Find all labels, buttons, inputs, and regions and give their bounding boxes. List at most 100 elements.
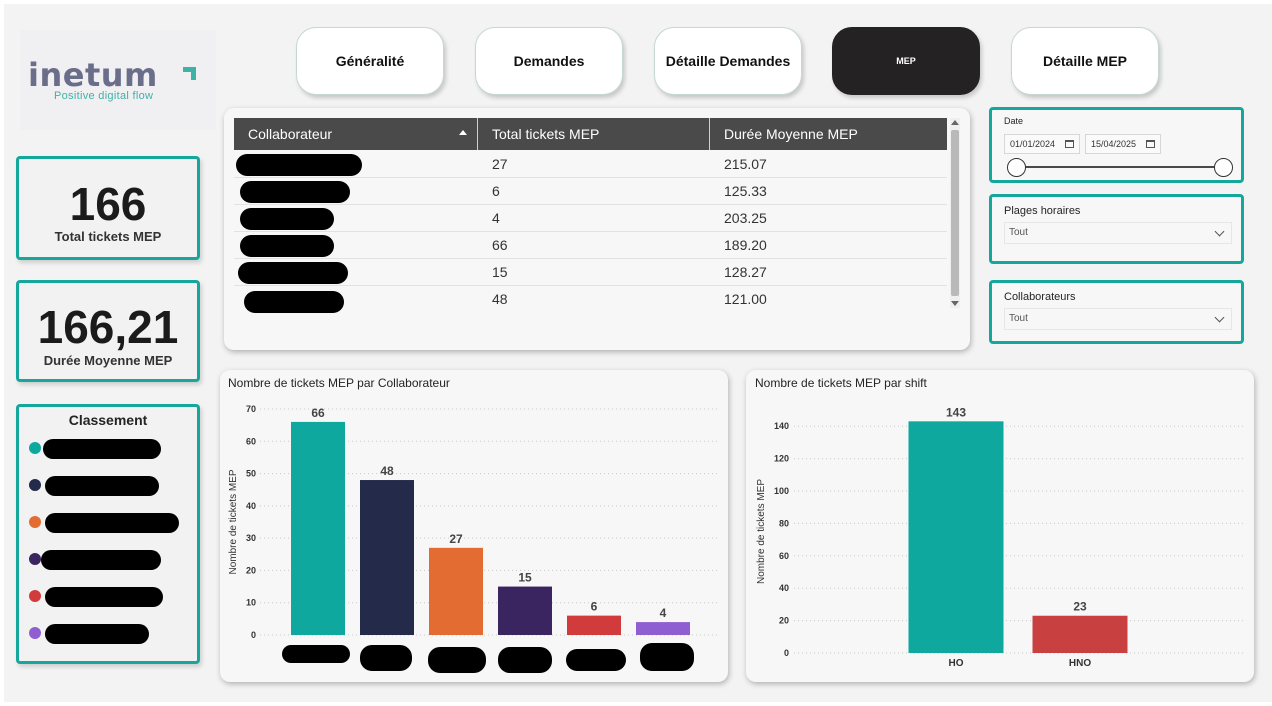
classement-title: Classement <box>68 412 148 428</box>
redacted-name <box>236 154 362 176</box>
y-tick-label: 60 <box>779 551 789 561</box>
legend-item[interactable] <box>29 511 194 535</box>
bar-5 <box>636 622 690 635</box>
chart-card-shift: Nombre de tickets MEP par shift Nombre d… <box>746 370 1254 682</box>
date-slicer: Date 01/01/2024 15/04/2025 <box>989 107 1244 183</box>
column-header-label: Collaborateur <box>248 126 333 142</box>
date-end-input[interactable]: 15/04/2025 <box>1085 134 1161 154</box>
bar-0 <box>908 421 1004 653</box>
plages-horaires-slicer: Plages horaires Tout <box>989 194 1244 264</box>
sort-ascending-icon[interactable] <box>459 130 467 135</box>
cell-duree: 189.20 <box>724 237 767 253</box>
y-tick-label: 0 <box>251 630 256 640</box>
date-slicer-title: Date <box>1004 116 1024 126</box>
scroll-down-icon[interactable] <box>951 301 959 306</box>
collaborateurs-dropdown[interactable]: Tout <box>1004 308 1232 330</box>
redacted-name <box>240 208 334 230</box>
chart-card-collaborateur: Nombre de tickets MEP par Collaborateur … <box>220 370 728 682</box>
cell-total: 15 <box>492 264 508 280</box>
data-label: 66 <box>311 406 325 420</box>
plages-horaires-dropdown[interactable]: Tout <box>1004 222 1232 244</box>
scroll-thumb[interactable] <box>951 130 959 296</box>
legend-item[interactable] <box>29 474 189 498</box>
table-row[interactable]: 4 203.25 <box>234 205 947 232</box>
table-header: Collaborateur Total tickets MEP Durée Mo… <box>234 118 947 150</box>
y-tick-label: 60 <box>246 436 256 446</box>
bar-1 <box>360 480 414 635</box>
kpi-duree-label: Durée Moyenne MEP <box>43 353 173 368</box>
column-header-total[interactable]: Total tickets MEP <box>478 118 710 150</box>
kpi-total-label: Total tickets MEP <box>54 229 162 244</box>
table-row[interactable]: 48 121.00 <box>234 286 947 313</box>
date-range-start-handle[interactable] <box>1007 158 1026 177</box>
legend-item[interactable] <box>29 437 189 461</box>
y-tick-label: 100 <box>774 486 789 496</box>
scroll-up-icon[interactable] <box>951 120 959 125</box>
redacted-name <box>45 587 163 607</box>
bar-0 <box>291 421 345 635</box>
redacted-name <box>240 181 350 203</box>
cell-total: 66 <box>492 237 508 253</box>
table-row[interactable]: 15 128.27 <box>234 259 947 286</box>
table-row[interactable]: 66 189.20 <box>234 232 947 259</box>
y-axis-title: Nombre de tickets MEP <box>228 469 239 574</box>
y-tick-label: 70 <box>246 404 256 414</box>
cell-total: 6 <box>492 183 500 199</box>
data-label: 15 <box>518 571 532 585</box>
data-label: 6 <box>591 600 598 614</box>
y-tick-label: 80 <box>779 518 789 528</box>
nav-button-demandes[interactable]: Demandes <box>475 27 623 95</box>
legend-dot-icon <box>29 590 41 602</box>
chevron-down-icon[interactable] <box>1214 226 1225 237</box>
y-tick-label: 50 <box>246 469 256 479</box>
kpi-duree-moyenne: 166,21 Durée Moyenne MEP <box>16 280 200 382</box>
legend-item[interactable] <box>29 548 189 572</box>
table-scrollbar[interactable] <box>950 118 960 308</box>
redacted-name <box>41 550 161 570</box>
date-range-end-handle[interactable] <box>1214 158 1233 177</box>
kpi-total-tickets: 166 Total tickets MEP <box>16 156 200 260</box>
redacted-x-label <box>428 647 486 673</box>
data-label: 27 <box>449 532 463 546</box>
chevron-down-icon[interactable] <box>1214 312 1225 323</box>
nav-button-generalite[interactable]: Généralité <box>296 27 444 95</box>
redacted-name <box>45 624 149 644</box>
date-range-track[interactable] <box>1016 166 1226 168</box>
table-row[interactable]: 27 215.07 <box>234 151 947 178</box>
collaborateurs-title: Collaborateurs <box>1004 291 1076 303</box>
bar-3 <box>498 586 552 635</box>
date-start-input[interactable]: 01/01/2024 <box>1004 134 1080 154</box>
kpi-duree-value: 166,21 <box>37 301 179 353</box>
legend-dot-icon <box>29 442 41 454</box>
calendar-icon[interactable] <box>1065 140 1074 148</box>
nav-button-mep[interactable]: MEP <box>832 27 980 95</box>
legend-dot-icon <box>29 553 41 565</box>
date-end-value: 15/04/2025 <box>1091 139 1137 149</box>
redacted-x-label <box>640 643 694 671</box>
y-tick-label: 20 <box>246 565 256 575</box>
legend-dot-icon <box>29 516 41 528</box>
column-header-duree[interactable]: Durée Moyenne MEP <box>710 118 947 150</box>
x-category-label: HNO <box>1069 658 1091 669</box>
cell-total: 27 <box>492 156 508 172</box>
logo-wordmark: inetum <box>28 56 158 94</box>
cell-duree: 125.33 <box>724 183 767 199</box>
chart-shift-svg: Nombre de tickets MEP 0 20 40 60 80 100 120 140 1… <box>756 405 1246 669</box>
nav-button-detaille-demandes[interactable]: Détaille Demandes <box>654 27 802 95</box>
bar-1 <box>1032 615 1128 653</box>
collaborateurs-value: Tout <box>1009 313 1028 324</box>
cell-total: 4 <box>492 210 500 226</box>
data-label: 4 <box>660 606 667 620</box>
column-header-collaborateur[interactable]: Collaborateur <box>234 118 478 150</box>
data-label: 23 <box>1073 600 1087 614</box>
plages-horaires-title: Plages horaires <box>1004 205 1081 217</box>
redacted-name <box>45 513 179 533</box>
table-row[interactable]: 6 125.33 <box>234 178 947 205</box>
cell-duree: 203.25 <box>724 210 767 226</box>
mep-table-card: Collaborateur Total tickets MEP Durée Mo… <box>224 108 970 350</box>
legend-item[interactable] <box>29 622 189 646</box>
nav-button-detaille-mep[interactable]: Détaille MEP <box>1011 27 1159 95</box>
legend-item[interactable] <box>29 585 189 609</box>
logo-mark-icon <box>183 67 196 80</box>
calendar-icon[interactable] <box>1146 140 1155 148</box>
